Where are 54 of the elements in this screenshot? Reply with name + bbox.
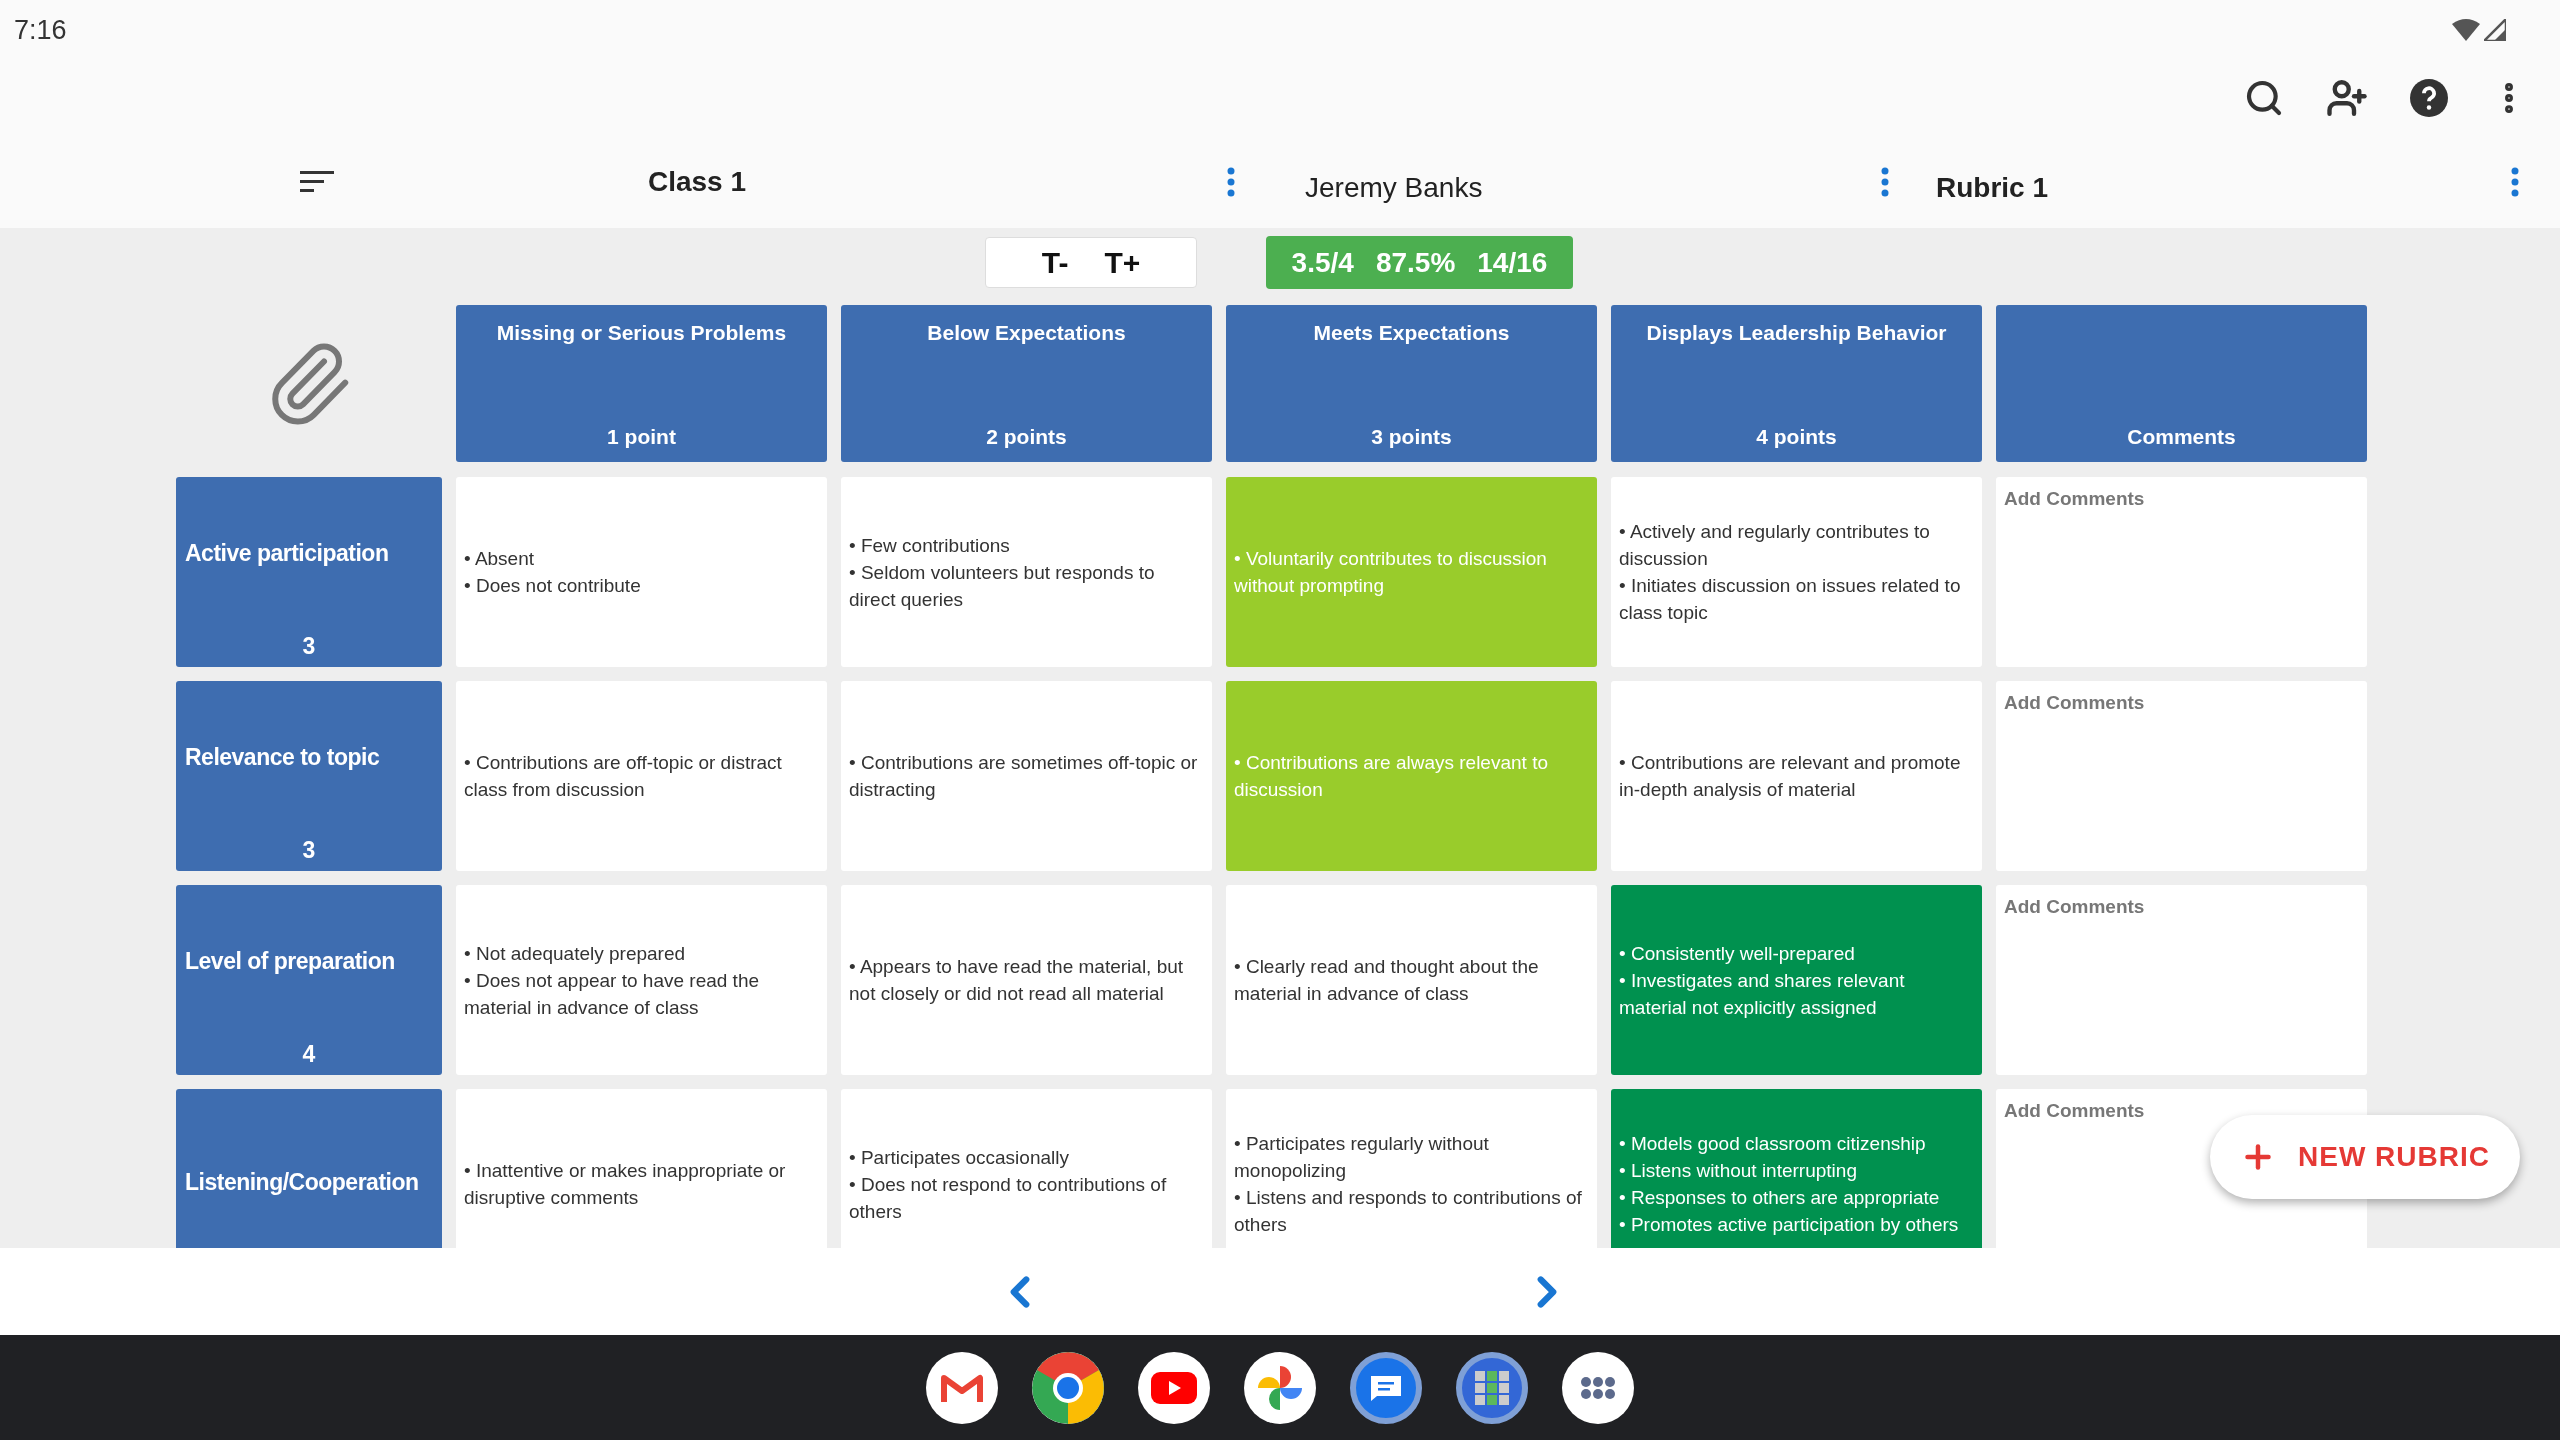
increase-text-size-button[interactable]: T+	[1104, 240, 1141, 285]
criterion-header[interactable]: Active participation 3	[176, 477, 442, 667]
column-title: Comments	[2127, 423, 2236, 450]
criterion-name: Level of preparation	[185, 946, 395, 976]
student-name[interactable]: Jeremy Banks	[1305, 166, 1483, 209]
column-title: Displays Leadership Behavior	[1646, 320, 1947, 346]
criterion-score: 3	[301, 835, 317, 865]
rubric-cell[interactable]: • Inattentive or makes inappropriate or disruptive comments	[456, 1089, 827, 1248]
column-title: Below Expectations	[927, 320, 1126, 346]
criterion-header[interactable]: Listening/Cooperation	[176, 1089, 442, 1248]
criterion-score: 4	[301, 1039, 317, 1069]
status-time: 7:16	[14, 13, 67, 47]
rubric-cell[interactable]: • Contributions are relevant and promote in-depth analysis of material	[1611, 681, 1982, 871]
criterion-name: Relevance to topic	[185, 742, 380, 772]
rubric-cell[interactable]: • Not adequately prepared • Does not appear to have read the material in advance of class	[456, 885, 827, 1075]
browser-app-icon[interactable]	[1032, 1351, 1104, 1424]
criterion-score: 3	[301, 631, 317, 661]
score-points: 3.5/4	[1291, 245, 1354, 280]
rubric-more-icon[interactable]	[2511, 166, 2519, 197]
comment-field[interactable]: Add Comments	[2004, 485, 2304, 513]
column-points: 3 points	[1371, 423, 1452, 450]
criterion-name: Listening/Cooperation	[185, 1167, 419, 1197]
rubric-cell[interactable]: • Participates regularly without monopolizing • Listens and responds to contributions of others	[1226, 1089, 1597, 1248]
column-points: 2 points	[986, 423, 1067, 450]
column-title: Missing or Serious Problems	[496, 320, 787, 346]
rubric-cell[interactable]: • Absent • Does not contribute	[456, 477, 827, 667]
rubric-cell[interactable]: • Few contributions • Seldom volunteers but responds to direct queries	[841, 477, 1212, 667]
rubric-name[interactable]: Rubric 1	[1936, 166, 2049, 209]
criterion-header[interactable]: Level of preparation 4	[176, 885, 442, 1075]
class-more-icon[interactable]	[1227, 166, 1235, 197]
rubric-cell[interactable]: • Consistently well-prepared • Investigates and shares relevant material not explicitly assigned	[1611, 885, 1982, 1075]
signal-icon	[2484, 19, 2506, 41]
rubric-cell[interactable]: • Contributions are off-topic or distract class from discussion	[456, 681, 827, 871]
column-title: Meets Expectations	[1313, 320, 1510, 346]
rubric-cell[interactable]: • Clearly read and thought about the material in advance of class	[1226, 885, 1597, 1075]
new-rubric-button[interactable]: NEW RUBRIC	[2210, 1115, 2520, 1199]
comment-field[interactable]: Add Comments	[2004, 689, 2304, 717]
column-points: 4 points	[1756, 423, 1837, 450]
rubric-cell[interactable]: • Models good classroom citizenship • Listens without interrupting • Responses to others are appropriate • Promotes active participation by others	[1611, 1089, 1982, 1248]
criterion-header[interactable]: Relevance to topic 3	[176, 681, 442, 871]
class-name[interactable]: Class 1	[647, 160, 747, 203]
student-more-icon[interactable]	[1881, 166, 1889, 197]
wifi-icon	[2452, 19, 2480, 41]
score-total: 14/16	[1477, 245, 1548, 280]
score-percent: 87.5%	[1375, 245, 1456, 280]
decrease-text-size-button[interactable]: T-	[1041, 240, 1069, 285]
comment-field[interactable]: Add Comments	[2004, 893, 2304, 921]
rubric-cell[interactable]: • Participates occasionally • Does not respond to contributions of others	[841, 1089, 1212, 1248]
rubric-cell[interactable]: • Contributions are sometimes off-topic or distracting	[841, 681, 1212, 871]
rubric-cell[interactable]: • Appears to have read the material, but not closely or did not read all material	[841, 885, 1212, 1075]
help-icon[interactable]	[2410, 78, 2448, 117]
column-points: 1 point	[607, 423, 676, 450]
rubric-cell[interactable]: • Actively and regularly contributes to discussion • Initiates discussion on issues related to class topic	[1611, 477, 1982, 667]
criterion-name: Active participation	[185, 538, 389, 568]
